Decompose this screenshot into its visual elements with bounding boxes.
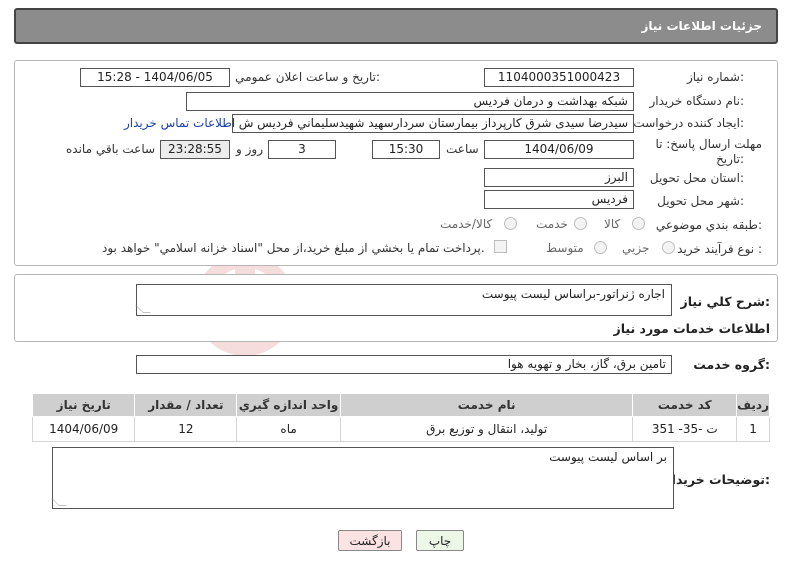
city-label: شهر محل تحويل:: [657, 194, 744, 208]
cell-need-date: 1404/06/09: [31, 416, 136, 442]
deadline-days-field: 3: [268, 140, 336, 159]
summary-textarea[interactable]: اجاره ژنراتور-براساس ليست پيوست: [135, 284, 672, 316]
requester-field: سيدرضا سيدى شرق کارپرداز بيمارستان سردار…: [232, 114, 634, 133]
buyer-notes-textarea[interactable]: بر اساس ليست پيوست: [51, 447, 674, 509]
announce-datetime-label: تاريخ و ساعت اعلان عمومي:: [235, 70, 380, 84]
page-title: جزئيات اطلاعات نياز: [641, 19, 762, 33]
services-heading: اطلاعات خدمات مورد نياز: [613, 321, 771, 336]
col-service-name: نام خدمت: [339, 393, 634, 417]
deadline-days-label: روز و: [236, 142, 263, 156]
category-option-service: خدمت: [536, 217, 568, 231]
summary-text: اجاره ژنراتور-براساس ليست پيوست: [481, 287, 665, 301]
buyer-org-label: نام دستگاه خريدار:: [649, 94, 745, 108]
process-type-label: نوع فرآيند خريد :: [677, 242, 762, 256]
col-service-code: کد خدمت: [632, 393, 738, 417]
remaining-time-label: ساعت باقي مانده: [66, 142, 156, 156]
province-field: البرز: [484, 168, 634, 187]
category-radio-service[interactable]: [574, 217, 587, 230]
summary-label: شرح کلي نياز:: [680, 294, 771, 309]
city-field: فرديس: [484, 190, 634, 209]
print-button[interactable]: چاپ: [416, 530, 464, 551]
category-option-goods-service: کالا/خدمت: [440, 217, 493, 231]
need-details-panel: [14, 60, 778, 266]
remaining-time-field: 23:28:55: [160, 140, 230, 159]
process-radio-medium[interactable]: [594, 241, 607, 254]
table-row: 1 ت -35- 351 توليد، انتقال و توزيع برق م…: [31, 416, 770, 442]
announce-datetime-field: 1404/06/05 - 15:28: [80, 68, 230, 87]
need-number-label: شماره نياز:: [686, 70, 744, 84]
deadline-time-field: 15:30: [372, 140, 440, 159]
category-radio-goods-service[interactable]: [504, 217, 517, 230]
cell-unit: ماه: [236, 416, 341, 442]
category-option-goods: کالا: [604, 217, 621, 231]
cell-row: 1: [736, 416, 770, 442]
cell-service-name: توليد، انتقال و توزيع برق: [339, 416, 634, 442]
deadline-time-label: ساعت: [446, 142, 479, 156]
province-label: استان محل تحويل:: [649, 171, 744, 185]
back-button[interactable]: بازگشت: [338, 530, 402, 551]
services-table: رديف کد خدمت نام خدمت واحد اندازه گيري ت…: [31, 393, 770, 442]
process-option-medium: متوسط: [546, 241, 584, 255]
buyer-notes-text: بر اساس ليست پيوست: [549, 450, 667, 464]
buyer-contact-link[interactable]: اطلاعات تماس خريدار: [124, 116, 235, 130]
col-quantity: تعداد / مقدار: [134, 393, 238, 417]
cell-quantity: 12: [134, 416, 238, 442]
treasury-payment-checkbox[interactable]: [494, 240, 507, 253]
requester-label: ايجاد کننده درخواست:: [633, 116, 744, 130]
col-row: رديف: [736, 393, 770, 417]
service-group-label: گروه خدمت:: [693, 357, 770, 372]
category-radio-goods[interactable]: [632, 217, 645, 230]
deadline-label-line2: تاريخ:: [716, 152, 744, 166]
col-unit: واحد اندازه گيري: [236, 393, 341, 417]
service-group-field: تامين برق، گاز، بخار و تهويه هوا: [136, 355, 672, 374]
process-option-minor: جزيي: [622, 241, 650, 255]
deadline-date-field: 1404/06/09: [484, 140, 634, 159]
deadline-label-line1: مهلت ارسال پاسخ: تا: [655, 137, 762, 151]
process-radio-minor[interactable]: [662, 241, 675, 254]
need-number-field: 1104000351000423: [484, 68, 634, 87]
services-table-header: رديف کد خدمت نام خدمت واحد اندازه گيري ت…: [31, 393, 770, 417]
buyer-notes-label: توضيحات خريدار:: [664, 472, 770, 487]
page-header: جزئيات اطلاعات نياز: [14, 8, 778, 44]
category-label: طبقه بندي موضوعي:: [655, 218, 762, 232]
cell-service-code: ت -35- 351: [632, 416, 738, 442]
col-need-date: تاريخ نياز: [31, 393, 136, 417]
treasury-payment-note: پرداخت تمام يا بخشي از مبلغ خريد،از محل …: [102, 241, 485, 255]
buyer-org-field: شبکه بهداشت و درمان فرديس: [186, 92, 634, 111]
